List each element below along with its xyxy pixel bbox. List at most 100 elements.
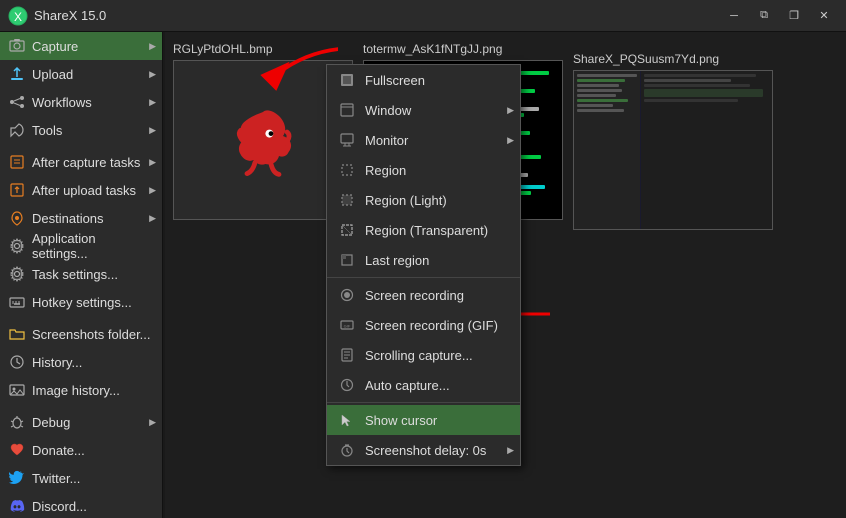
twitter-icon [8, 469, 26, 487]
menu-item-screenshot-delay[interactable]: Screenshot delay: 0s ▶ [327, 435, 520, 465]
sidebar-item-app-settings[interactable]: Application settings... [0, 232, 162, 260]
menu-item-auto-capture[interactable]: Auto capture... [327, 370, 520, 400]
menu-label-screen-recording: Screen recording [365, 288, 464, 303]
menu-label-window: Window [365, 103, 411, 118]
titlebar: X ShareX 15.0 ─ ⧉ ❐ ✕ [0, 0, 846, 32]
content-area: RGLyPtdOHL.bmp [163, 32, 846, 518]
monitor-icon [337, 130, 357, 150]
menu-label-screen-recording-gif: Screen recording (GIF) [365, 318, 498, 333]
window-title: ShareX 15.0 [34, 8, 720, 23]
sidebar-label-debug: Debug [32, 415, 70, 430]
region-icon [337, 160, 357, 180]
menu-item-screen-recording-gif[interactable]: GIF Screen recording (GIF) [327, 310, 520, 340]
menu-item-region-transparent[interactable]: Region (Transparent) [327, 215, 520, 245]
mini-right [641, 71, 772, 229]
region-light-icon [337, 190, 357, 210]
sidebar-label-task-settings: Task settings... [32, 267, 118, 282]
show-cursor-icon [337, 410, 357, 430]
tools-icon [8, 121, 26, 139]
thumb-label-blob: RGLyPtdOHL.bmp [173, 42, 273, 56]
mini-screenshot [574, 71, 772, 229]
sidebar-label-screenshots-folder: Screenshots folder... [32, 327, 151, 342]
sidebar-label-hotkey-settings: Hotkey settings... [32, 295, 132, 310]
restore-button[interactable]: ❐ [780, 5, 808, 27]
destinations-icon [8, 209, 26, 227]
menu-label-screenshot-delay: Screenshot delay: 0s [365, 443, 486, 458]
window-arrow: ▶ [507, 105, 514, 116]
menu-divider-2 [327, 402, 520, 403]
sidebar-label-after-capture: After capture tasks [32, 155, 140, 170]
mini-left [574, 71, 640, 229]
menu-label-region-transparent: Region (Transparent) [365, 223, 488, 238]
sidebar-item-upload[interactable]: Upload [0, 60, 162, 88]
sidebar-item-image-history[interactable]: Image history... [0, 376, 162, 404]
sidebar-item-history[interactable]: History... [0, 348, 162, 376]
sidebar-item-donate[interactable]: Donate... [0, 436, 162, 464]
window-icon [337, 100, 357, 120]
sidebar-item-workflows[interactable]: Workflows [0, 88, 162, 116]
minimize-button[interactable]: ─ [720, 5, 748, 27]
fullscreen-icon [337, 70, 357, 90]
capture-menu[interactable]: Fullscreen Window ▶ Monitor ▶ [326, 64, 521, 466]
menu-label-fullscreen: Fullscreen [365, 73, 425, 88]
sidebar-item-hotkey-settings[interactable]: Hotkey settings... [0, 288, 162, 316]
menu-item-region[interactable]: Region [327, 155, 520, 185]
svg-text:X: X [14, 10, 22, 24]
svg-text:GIF: GIF [344, 324, 351, 329]
sidebar-item-after-capture[interactable]: After capture tasks [0, 148, 162, 176]
menu-item-monitor[interactable]: Monitor ▶ [327, 125, 520, 155]
sidebar-item-task-settings[interactable]: Task settings... [0, 260, 162, 288]
history-icon [8, 353, 26, 371]
sidebar-label-donate: Donate... [32, 443, 85, 458]
hotkey-settings-icon [8, 293, 26, 311]
menu-item-scrolling-capture[interactable]: Scrolling capture... [327, 340, 520, 370]
after-upload-icon [8, 181, 26, 199]
image-history-icon [8, 381, 26, 399]
sidebar-item-debug[interactable]: Debug [0, 408, 162, 436]
app-logo: X [8, 6, 28, 26]
menu-item-fullscreen[interactable]: Fullscreen [327, 65, 520, 95]
sidebar-item-after-upload[interactable]: After upload tasks [0, 176, 162, 204]
thumb-label-terminal: totermw_AsK1fNTgJJ.png [363, 42, 502, 56]
menu-item-window[interactable]: Window ▶ [327, 95, 520, 125]
sidebar: Capture Upload Workflows Tools Aft [0, 32, 163, 518]
screenshots-folder-icon [8, 325, 26, 343]
after-capture-icon [8, 153, 26, 171]
window-controls: ─ ⧉ ❐ ✕ [720, 5, 838, 27]
thumb-label-sharex: ShareX_PQSuusm7Yd.png [573, 52, 719, 66]
sidebar-item-discord[interactable]: Discord... [0, 492, 162, 518]
sidebar-item-destinations[interactable]: Destinations [0, 204, 162, 232]
thumb-img-sharex [573, 70, 773, 230]
sidebar-label-capture: Capture [32, 39, 78, 54]
menu-item-show-cursor[interactable]: Show cursor [327, 405, 520, 435]
sidebar-item-capture[interactable]: Capture [0, 32, 162, 60]
menu-label-region: Region [365, 163, 406, 178]
menu-label-auto-capture: Auto capture... [365, 378, 450, 393]
screen-recording-gif-icon: GIF [337, 315, 357, 335]
auto-capture-icon [337, 375, 357, 395]
sidebar-item-tools[interactable]: Tools [0, 116, 162, 144]
main-layout: Capture Upload Workflows Tools Aft [0, 32, 846, 518]
sidebar-item-screenshots-folder[interactable]: Screenshots folder... [0, 320, 162, 348]
sidebar-label-history: History... [32, 355, 82, 370]
menu-item-region-light[interactable]: Region (Light) [327, 185, 520, 215]
debug-icon [8, 413, 26, 431]
menu-label-region-light: Region (Light) [365, 193, 447, 208]
screen-recording-icon [337, 285, 357, 305]
workflows-icon [8, 93, 26, 111]
menu-item-last-region[interactable]: Last region [327, 245, 520, 275]
menu-label-scrolling-capture: Scrolling capture... [365, 348, 473, 363]
task-settings-icon [8, 265, 26, 283]
sidebar-label-image-history: Image history... [32, 383, 120, 398]
region-transparent-icon [337, 220, 357, 240]
discord-icon [8, 497, 26, 515]
screenshot-delay-icon [337, 440, 357, 460]
sidebar-item-twitter[interactable]: Twitter... [0, 464, 162, 492]
app-settings-icon [8, 237, 26, 255]
sidebar-label-after-upload: After upload tasks [32, 183, 136, 198]
capture-icon [8, 37, 26, 55]
menu-item-screen-recording[interactable]: Screen recording [327, 280, 520, 310]
extra-button[interactable]: ⧉ [750, 5, 778, 27]
menu-label-monitor: Monitor [365, 133, 408, 148]
close-button[interactable]: ✕ [810, 5, 838, 27]
